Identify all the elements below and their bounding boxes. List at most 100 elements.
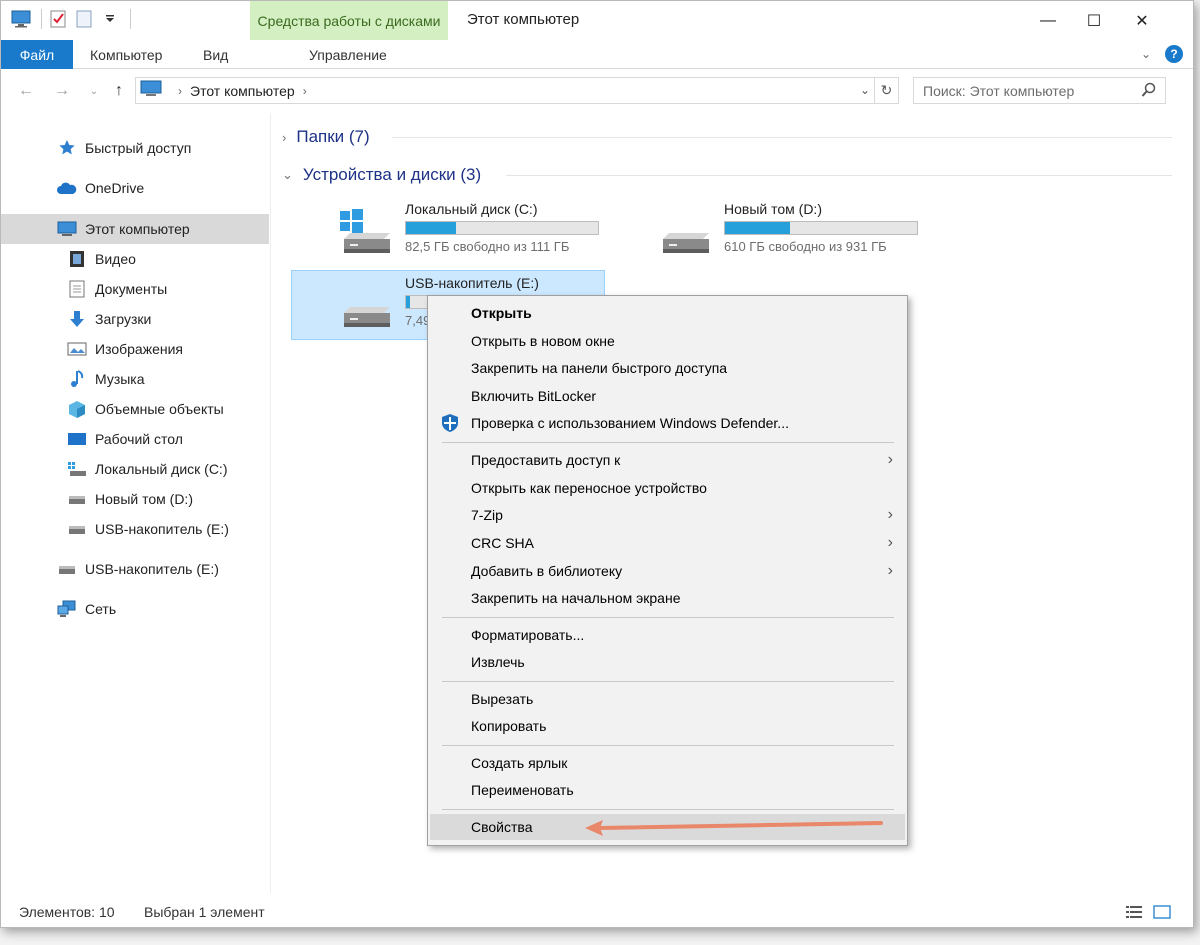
maximize-button[interactable]: ☐ — [1071, 1, 1117, 40]
drive-usage-bar — [724, 221, 918, 235]
menu-item-format[interactable]: Форматировать... — [430, 622, 905, 648]
refresh-icon[interactable]: ↻ — [874, 78, 898, 103]
sidebar-item-drive-d[interactable]: Новый том (D:) — [1, 484, 269, 514]
sidebar-item-3d-objects[interactable]: Объемные объекты — [1, 394, 269, 424]
menu-item-label: Проверка с использованием Windows Defend… — [471, 415, 789, 431]
document-icon — [67, 279, 87, 299]
new-folder-icon[interactable] — [74, 9, 94, 29]
sidebar-item-downloads[interactable]: Загрузки — [1, 304, 269, 334]
submenu-arrow-icon: › — [887, 534, 893, 551]
group-header-devices[interactable]: ⌄ Устройства и диски (3) — [282, 165, 481, 185]
group-header-folders[interactable]: › Папки (7) — [282, 127, 370, 147]
drive-free-space: 610 ГБ свободно из 931 ГБ — [724, 239, 887, 254]
usb-drive-icon — [67, 519, 87, 539]
forward-arrow-icon[interactable]: → — [51, 80, 73, 102]
menu-item-cut[interactable]: Вырезать — [430, 686, 905, 712]
tab-file[interactable]: Файл — [1, 40, 73, 69]
explorer-window: Средства работы с дисками Этот компьютер… — [0, 0, 1194, 928]
toolbar-divider — [41, 9, 42, 29]
menu-item-crc-sha[interactable]: CRC SHA › — [430, 530, 905, 556]
recent-locations-icon[interactable]: ⌄ — [83, 80, 105, 102]
sidebar-item-documents[interactable]: Документы — [1, 274, 269, 304]
menu-item-open[interactable]: Открыть — [430, 300, 905, 326]
sidebar-item-label: USB-накопитель (E:) — [85, 561, 219, 577]
drive-usage-bar — [405, 221, 599, 235]
tab-view[interactable]: Вид — [203, 40, 228, 69]
minimize-button[interactable]: — — [1025, 1, 1071, 40]
download-icon — [67, 309, 87, 329]
drive-usage-fill — [406, 296, 410, 308]
properties-icon[interactable] — [48, 9, 68, 29]
chevron-down-icon: ⌄ — [282, 167, 293, 182]
search-input[interactable]: Поиск: Этот компьютер — [913, 77, 1166, 104]
breadcrumb[interactable]: Этот компьютер — [190, 83, 295, 99]
up-arrow-icon[interactable]: ↑ — [108, 80, 130, 102]
details-view-icon[interactable] — [1125, 905, 1143, 919]
close-button[interactable]: ✕ — [1119, 1, 1165, 40]
menu-item-label: CRC SHA — [471, 535, 535, 551]
sidebar-item-this-pc[interactable]: Этот компьютер — [1, 214, 269, 244]
breadcrumb-separator-icon[interactable]: › — [303, 84, 307, 98]
sidebar-item-music[interactable]: Музыка — [1, 364, 269, 394]
menu-item-copy[interactable]: Копировать — [430, 713, 905, 739]
submenu-arrow-icon: › — [887, 506, 893, 523]
sidebar-item-drive-c[interactable]: Локальный диск (C:) — [1, 454, 269, 484]
sidebar-item-quick-access[interactable]: Быстрый доступ — [1, 133, 269, 163]
menu-item-give-access[interactable]: Предоставить доступ к › — [430, 447, 905, 473]
sidebar-item-label: Новый том (D:) — [95, 491, 193, 507]
menu-item-rename[interactable]: Переименовать — [430, 777, 905, 803]
menu-separator — [442, 809, 894, 810]
music-icon — [67, 369, 87, 389]
menu-item-defender-scan[interactable]: Проверка с использованием Windows Defend… — [430, 410, 905, 436]
title-bar: Средства работы с дисками Этот компьютер… — [1, 1, 1193, 40]
drive-free-space: 82,5 ГБ свободно из 111 ГБ — [405, 239, 570, 254]
cloud-icon — [57, 178, 77, 198]
menu-item-bitlocker[interactable]: Включить BitLocker — [430, 383, 905, 409]
expand-ribbon-icon[interactable]: ⌄ — [1141, 47, 1151, 61]
sidebar-item-label: Изображения — [95, 341, 183, 357]
picture-icon — [67, 339, 87, 359]
menu-item-7zip[interactable]: 7-Zip › — [430, 502, 905, 528]
sidebar-item-network[interactable]: Сеть — [1, 594, 269, 624]
menu-item-open-portable[interactable]: Открыть как переносное устройство — [430, 475, 905, 501]
menu-item-add-to-library[interactable]: Добавить в библиотеку › — [430, 558, 905, 584]
back-arrow-icon[interactable]: ← — [15, 80, 37, 102]
group-divider — [392, 137, 1172, 138]
address-bar[interactable]: › Этот компьютер › ⌄ ↻ — [135, 77, 899, 104]
customize-dropdown-icon[interactable] — [100, 9, 120, 29]
sidebar-item-label: Локальный диск (C:) — [95, 461, 228, 477]
sidebar-item-label: Объемные объекты — [95, 401, 224, 417]
item-count: Элементов: 10 — [19, 904, 115, 920]
sidebar-item-usb-e[interactable]: USB-накопитель (E:) — [1, 514, 269, 544]
submenu-arrow-icon: › — [887, 451, 893, 468]
drive-tile-d[interactable]: Новый том (D:) 610 ГБ свободно из 931 ГБ — [611, 197, 925, 267]
drive-name: Локальный диск (C:) — [405, 201, 538, 217]
contextual-tab-disk-tools: Средства работы с дисками — [250, 1, 448, 40]
computer-icon[interactable] — [11, 9, 31, 29]
menu-item-pin-start[interactable]: Закрепить на начальном экране — [430, 585, 905, 611]
breadcrumb-separator-icon[interactable]: › — [178, 84, 182, 98]
menu-item-pin-quick-access[interactable]: Закрепить на панели быстрого доступа — [430, 355, 905, 381]
menu-item-create-shortcut[interactable]: Создать ярлык — [430, 750, 905, 776]
drive-icon — [67, 489, 87, 509]
usb-drive-icon — [338, 283, 398, 335]
sidebar-item-label: Рабочий стол — [95, 431, 183, 447]
tab-manage[interactable]: Управление — [309, 40, 387, 69]
sidebar-item-onedrive[interactable]: OneDrive — [1, 173, 269, 203]
sidebar-item-usb-e-root[interactable]: USB-накопитель (E:) — [1, 554, 269, 584]
help-icon[interactable]: ? — [1165, 45, 1183, 63]
system-drive-icon — [67, 459, 87, 479]
sidebar-item-video[interactable]: Видео — [1, 244, 269, 274]
address-dropdown-icon[interactable]: ⌄ — [860, 83, 870, 97]
drive-usage-fill — [725, 222, 791, 234]
window-title: Этот компьютер — [467, 11, 580, 28]
context-menu: Открыть Открыть в новом окне Закрепить н… — [427, 295, 908, 846]
menu-item-eject[interactable]: Извлечь — [430, 649, 905, 675]
drive-tile-c[interactable]: Локальный диск (C:) 82,5 ГБ свободно из … — [292, 197, 606, 267]
large-icons-view-icon[interactable] — [1153, 905, 1171, 919]
sidebar-item-desktop[interactable]: Рабочий стол — [1, 424, 269, 454]
drive-name: Новый том (D:) — [724, 201, 822, 217]
sidebar-item-pictures[interactable]: Изображения — [1, 334, 269, 364]
tab-computer[interactable]: Компьютер — [90, 40, 162, 69]
menu-item-open-new-window[interactable]: Открыть в новом окне — [430, 328, 905, 354]
